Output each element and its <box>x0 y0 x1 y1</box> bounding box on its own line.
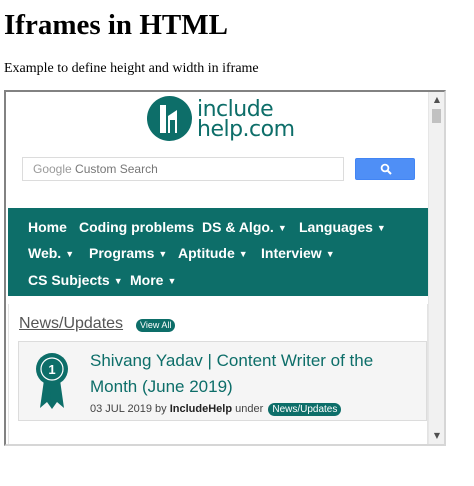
news-title-link[interactable]: Shivang Yadav | Content Writer of the Mo… <box>90 348 420 400</box>
news-meta: 03 JUL 2019 by IncludeHelp under News/Up… <box>90 402 342 416</box>
view-all-button[interactable]: View All <box>136 319 176 332</box>
nav-label: Coding problems <box>79 219 195 235</box>
svg-text:1: 1 <box>48 362 55 377</box>
nav-label: Web. <box>28 245 62 261</box>
nav-item-more[interactable]: More ▼ <box>130 271 176 290</box>
search-input[interactable]: Google Custom Search <box>22 157 344 181</box>
nav-item-languages[interactable]: Languages ▼ <box>299 218 386 237</box>
news-by: by <box>155 403 167 415</box>
search-icon <box>380 163 392 175</box>
news-date: 03 JUL 2019 <box>90 403 152 415</box>
nav-label: DS & Algo. <box>202 219 274 235</box>
award-ribbon-icon: 1 <box>36 353 68 409</box>
scroll-up-arrow-icon[interactable]: ▲ <box>429 92 444 108</box>
nav-label: Interview <box>261 245 322 261</box>
main-navbar: Home Coding problems DS & Algo. ▼ Languag… <box>8 208 428 296</box>
scroll-down-arrow-icon[interactable]: ▼ <box>429 428 444 444</box>
news-card: 1 Shivang Yadav | Content Writer of the … <box>18 341 427 421</box>
scroll-thumb[interactable] <box>432 109 441 123</box>
nav-item-aptitude[interactable]: Aptitude ▼ <box>178 244 248 263</box>
iframe-content: include help.com Google Custom Search Ho… <box>6 92 430 444</box>
nav-label: Aptitude <box>178 245 235 261</box>
search-button[interactable] <box>355 158 415 180</box>
nav-item-ds-algo[interactable]: DS & Algo. ▼ <box>202 218 287 237</box>
chevron-down-icon: ▼ <box>167 276 177 286</box>
chevron-down-icon: ▼ <box>376 223 386 233</box>
news-author-link[interactable]: IncludeHelp <box>170 403 232 415</box>
nav-item-programs[interactable]: Programs ▼ <box>89 244 167 263</box>
iframe-scrollbar[interactable]: ▲ ▼ <box>428 92 444 444</box>
nav-item-interview[interactable]: Interview ▼ <box>261 244 335 263</box>
chevron-down-icon: ▼ <box>277 223 287 233</box>
nav-item-coding-problems[interactable]: Coding problems <box>79 218 194 236</box>
nav-item-web[interactable]: Web. ▼ <box>28 244 74 263</box>
nav-label: More <box>130 272 164 288</box>
chevron-down-icon: ▼ <box>325 249 335 259</box>
chevron-down-icon: ▼ <box>65 249 75 259</box>
nav-label: Languages <box>299 219 373 235</box>
news-tag-link[interactable]: News/Updates <box>268 403 342 416</box>
news-heading-link[interactable]: News/Updates <box>19 314 123 334</box>
search-brand: Google <box>33 162 72 176</box>
page-title: Iframes in HTML <box>4 9 228 41</box>
chevron-down-icon: ▼ <box>158 249 168 259</box>
search-placeholder: Custom Search <box>75 162 158 176</box>
nav-item-home[interactable]: Home <box>28 218 67 236</box>
chevron-down-icon: ▼ <box>113 276 123 286</box>
logo-text-domain: help.com <box>197 117 295 142</box>
news-section: News/Updates View All 1 Shivang Yadav | … <box>8 304 428 444</box>
nav-label: CS Subjects <box>28 272 110 288</box>
nav-label: Programs <box>89 245 155 261</box>
includehelp-logo-icon <box>147 96 192 141</box>
news-under: under <box>235 403 264 415</box>
chevron-down-icon: ▼ <box>238 249 248 259</box>
page-description: Example to define height and width in if… <box>4 61 259 76</box>
nav-label: Home <box>28 219 67 235</box>
iframe[interactable]: include help.com Google Custom Search Ho… <box>4 90 446 446</box>
site-logo[interactable]: include help.com <box>147 96 307 144</box>
nav-item-cs-subjects[interactable]: CS Subjects ▼ <box>28 271 123 290</box>
